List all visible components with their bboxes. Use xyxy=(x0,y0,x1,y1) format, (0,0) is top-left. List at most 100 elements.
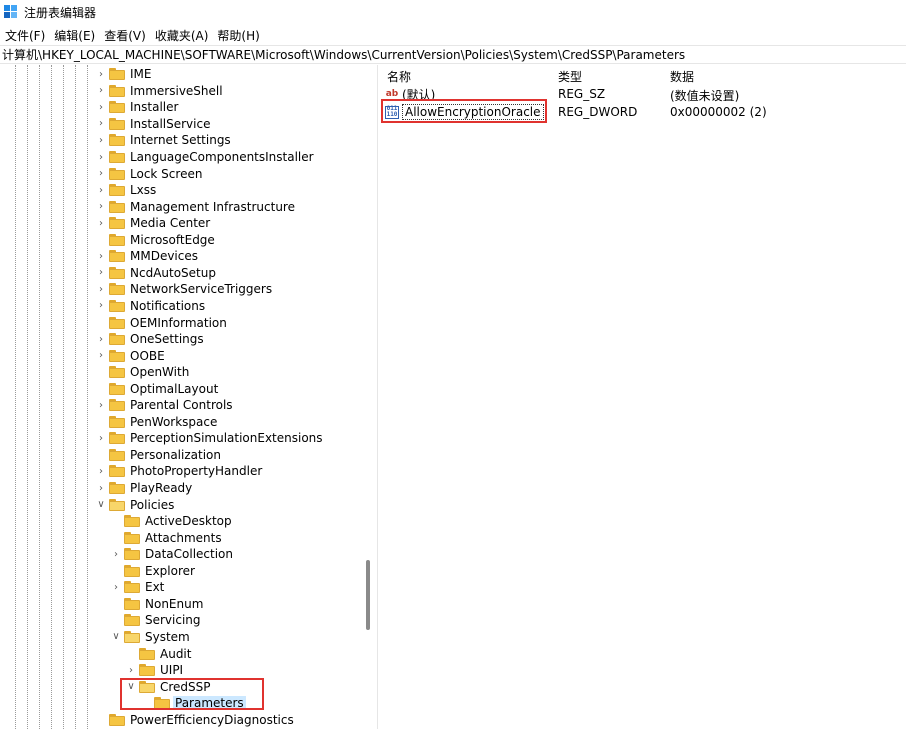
tree-node-label: System xyxy=(145,629,190,644)
address-path[interactable]: 计算机\HKEY_LOCAL_MACHINE\SOFTWARE\Microsof… xyxy=(2,46,685,63)
tree-node-label: Lxss xyxy=(130,183,157,198)
key-tree-pane[interactable]: › IME › ImmersiveShell › Installer › InstallSer… xyxy=(0,65,375,729)
tree-node[interactable]: ›MicrosoftEdge xyxy=(95,232,217,249)
tree-node[interactable]: › PlayReady xyxy=(95,480,194,497)
chevron-right-icon[interactable]: › xyxy=(95,267,107,279)
chevron-down-icon[interactable]: ∨ xyxy=(95,499,107,511)
tree-node[interactable]: › Ext xyxy=(110,579,166,596)
tree-node-label: Notifications xyxy=(130,298,206,313)
tree-node[interactable]: ›OpenWith xyxy=(95,364,191,381)
chevron-right-icon[interactable]: › xyxy=(95,432,107,444)
tree-node[interactable]: › IME xyxy=(95,66,153,83)
tree-node[interactable]: › UIPI xyxy=(125,662,185,679)
chevron-right-icon[interactable]: › xyxy=(95,184,107,196)
folder-icon xyxy=(109,184,125,197)
menu-favorites[interactable]: 收藏夹(A) xyxy=(152,27,215,44)
menu-edit[interactable]: 编辑(E) xyxy=(51,27,101,44)
folder-icon xyxy=(109,200,125,213)
tree-node[interactable]: ›Attachments xyxy=(110,529,224,546)
tree-node[interactable]: ›OptimalLayout xyxy=(95,380,220,397)
tree-node[interactable]: › Parental Controls xyxy=(95,397,235,414)
tree-node[interactable]: › PhotoPropertyHandler xyxy=(95,463,264,480)
chevron-right-icon[interactable]: › xyxy=(95,399,107,411)
tree-node[interactable]: › Management Infrastructure xyxy=(95,198,297,215)
tree-node[interactable]: › Lxss xyxy=(95,182,158,199)
column-header-data[interactable]: 数据 xyxy=(670,68,694,85)
tree-node[interactable]: › ImmersiveShell xyxy=(95,83,225,100)
column-header-type[interactable]: 类型 xyxy=(558,68,582,85)
tree-node-label: NetworkServiceTriggers xyxy=(130,282,273,297)
tree-node[interactable]: › Lock Screen xyxy=(95,165,204,182)
tree-node[interactable]: ∨ System xyxy=(110,629,192,646)
tree-node[interactable]: › PerceptionSimulationExtensions xyxy=(95,430,325,447)
chevron-right-icon[interactable]: › xyxy=(95,85,107,97)
tree-node[interactable]: ›PowerEfficiencyDiagnostics xyxy=(95,711,296,728)
chevron-right-icon[interactable]: › xyxy=(95,151,107,163)
chevron-right-icon[interactable]: › xyxy=(95,333,107,345)
tree-node-label: Policies xyxy=(130,497,175,512)
folder-icon xyxy=(109,366,125,379)
tree-node[interactable]: › OOBE xyxy=(95,347,167,364)
tree-node[interactable]: › Installer xyxy=(95,99,180,116)
chevron-right-icon[interactable]: › xyxy=(95,101,107,113)
chevron-right-icon[interactable]: › xyxy=(95,300,107,312)
tree-node[interactable]: ›Audit xyxy=(125,645,193,662)
chevron-right-icon[interactable]: › xyxy=(95,168,107,180)
tree-node[interactable]: › MMDevices xyxy=(95,248,200,265)
chevron-right-icon[interactable]: › xyxy=(95,250,107,262)
tree-scrollbar[interactable] xyxy=(362,65,375,729)
folder-icon xyxy=(124,581,140,594)
tree-node[interactable]: › Notifications xyxy=(95,298,207,315)
folder-icon xyxy=(109,167,125,180)
menu-help[interactable]: 帮助(H) xyxy=(214,27,265,44)
chevron-right-icon[interactable]: › xyxy=(125,664,137,676)
tree-node[interactable]: › LanguageComponentsInstaller xyxy=(95,149,316,166)
title-bar: 注册表编辑器 xyxy=(0,0,906,24)
folder-icon xyxy=(109,316,125,329)
menu-view[interactable]: 查看(V) xyxy=(101,27,152,44)
tree-node[interactable]: › OneSettings xyxy=(95,331,206,348)
tree-node[interactable]: ›PenWorkspace xyxy=(95,414,219,431)
tree-node[interactable]: ›OEMInformation xyxy=(95,314,229,331)
chevron-right-icon[interactable]: › xyxy=(110,548,122,560)
tree-node-label: Management Infrastructure xyxy=(130,199,295,214)
chevron-right-icon[interactable]: › xyxy=(95,283,107,295)
folder-icon xyxy=(109,68,125,81)
tree-scrollbar-thumb[interactable] xyxy=(366,560,370,630)
folder-icon xyxy=(109,84,125,97)
chevron-right-icon[interactable]: › xyxy=(95,118,107,130)
tree-node[interactable]: ›ActiveDesktop xyxy=(110,513,234,530)
tree-node[interactable]: › InstallService xyxy=(95,116,212,133)
tree-node[interactable]: ›Explorer xyxy=(110,563,197,580)
tree-node[interactable]: ∨ Policies xyxy=(95,496,176,513)
folder-icon xyxy=(124,515,140,528)
tree-node[interactable]: › DataCollection xyxy=(110,546,235,563)
values-pane[interactable]: 名称 类型 数据 ab (默认) REG_SZ (数值未设置) 011 110 A… xyxy=(381,65,906,729)
tree-node[interactable]: › NetworkServiceTriggers xyxy=(95,281,274,298)
chevron-right-icon[interactable]: › xyxy=(95,68,107,80)
chevron-right-icon[interactable]: › xyxy=(95,465,107,477)
tree-node[interactable]: ›NonEnum xyxy=(110,596,205,613)
column-header-name[interactable]: 名称 xyxy=(387,68,411,85)
tree-node[interactable]: ›Personalization xyxy=(95,447,223,464)
folder-icon xyxy=(109,382,125,395)
tree-node[interactable]: › NcdAutoSetup xyxy=(95,265,218,282)
folder-icon xyxy=(109,217,125,230)
chevron-right-icon[interactable]: › xyxy=(95,350,107,362)
tree-node-label: IME xyxy=(130,67,152,82)
chevron-right-icon[interactable]: › xyxy=(95,134,107,146)
tree-node[interactable]: › Internet Settings xyxy=(95,132,233,149)
chevron-right-icon[interactable]: › xyxy=(95,217,107,229)
chevron-right-icon[interactable]: › xyxy=(95,201,107,213)
address-bar[interactable]: 计算机\HKEY_LOCAL_MACHINE\SOFTWARE\Microsof… xyxy=(0,45,906,64)
tree-node-label: Lock Screen xyxy=(130,166,203,181)
chevron-right-icon[interactable]: › xyxy=(95,482,107,494)
chevron-down-icon[interactable]: ∨ xyxy=(110,631,122,643)
tree-node[interactable]: › Media Center xyxy=(95,215,212,232)
tree-node-label: ImmersiveShell xyxy=(130,83,223,98)
menu-file[interactable]: 文件(F) xyxy=(2,27,51,44)
highlight-box-tree xyxy=(120,678,264,710)
chevron-right-icon[interactable]: › xyxy=(110,581,122,593)
tree-node-label: DataCollection xyxy=(145,547,234,562)
tree-node[interactable]: ›Servicing xyxy=(110,612,203,629)
